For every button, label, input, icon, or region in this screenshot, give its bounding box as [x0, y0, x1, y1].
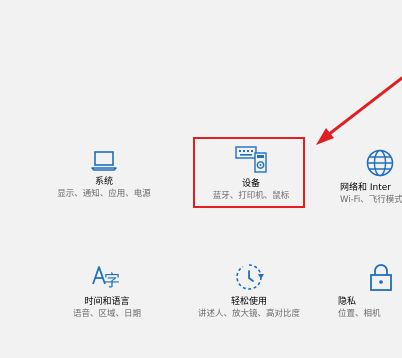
lock-icon	[370, 264, 392, 291]
tile-devices-desc: 蓝牙、打印机、鼠标	[212, 191, 290, 201]
ease-of-access-icon	[236, 264, 264, 290]
tile-system-desc: 显示、通知、应用、电源	[57, 189, 151, 199]
tile-network-title: 网络和 Inter	[340, 183, 391, 193]
tile-network-desc: Wi-Fi、飞行模式	[340, 195, 402, 205]
tile-devices[interactable]: 设备 蓝牙、打印机、鼠标	[196, 144, 306, 202]
tile-ease-of-access[interactable]: 轻松使用 讲述人、放大镜、高对比度	[194, 262, 304, 320]
tile-time-title: 时间和语言	[84, 297, 130, 307]
tile-ease-title: 轻松使用	[230, 297, 267, 307]
devices-icon	[235, 146, 267, 173]
laptop-icon	[91, 151, 117, 171]
tile-privacy[interactable]: 隐私 位置、相机	[338, 262, 402, 320]
tile-privacy-desc: 位置、相机	[338, 309, 381, 319]
tile-system[interactable]: 系统 显示、通知、应用、电源	[44, 150, 164, 200]
time-language-icon: 字	[92, 266, 120, 290]
tile-network[interactable]: 网络和 Inter Wi-Fi、飞行模式	[340, 148, 402, 206]
tile-privacy-title: 隐私	[338, 297, 357, 307]
tile-system-title: 系统	[94, 177, 113, 187]
tile-ease-desc: 讲述人、放大镜、高对比度	[197, 309, 300, 319]
globe-icon	[366, 149, 394, 177]
tile-time-desc: 语音、区域、日期	[72, 309, 141, 319]
tile-devices-title: 设备	[241, 179, 260, 189]
tile-time-language[interactable]: 字 时间和语言 语音、区域、日期	[52, 262, 162, 320]
svg-text:字: 字	[104, 271, 120, 290]
